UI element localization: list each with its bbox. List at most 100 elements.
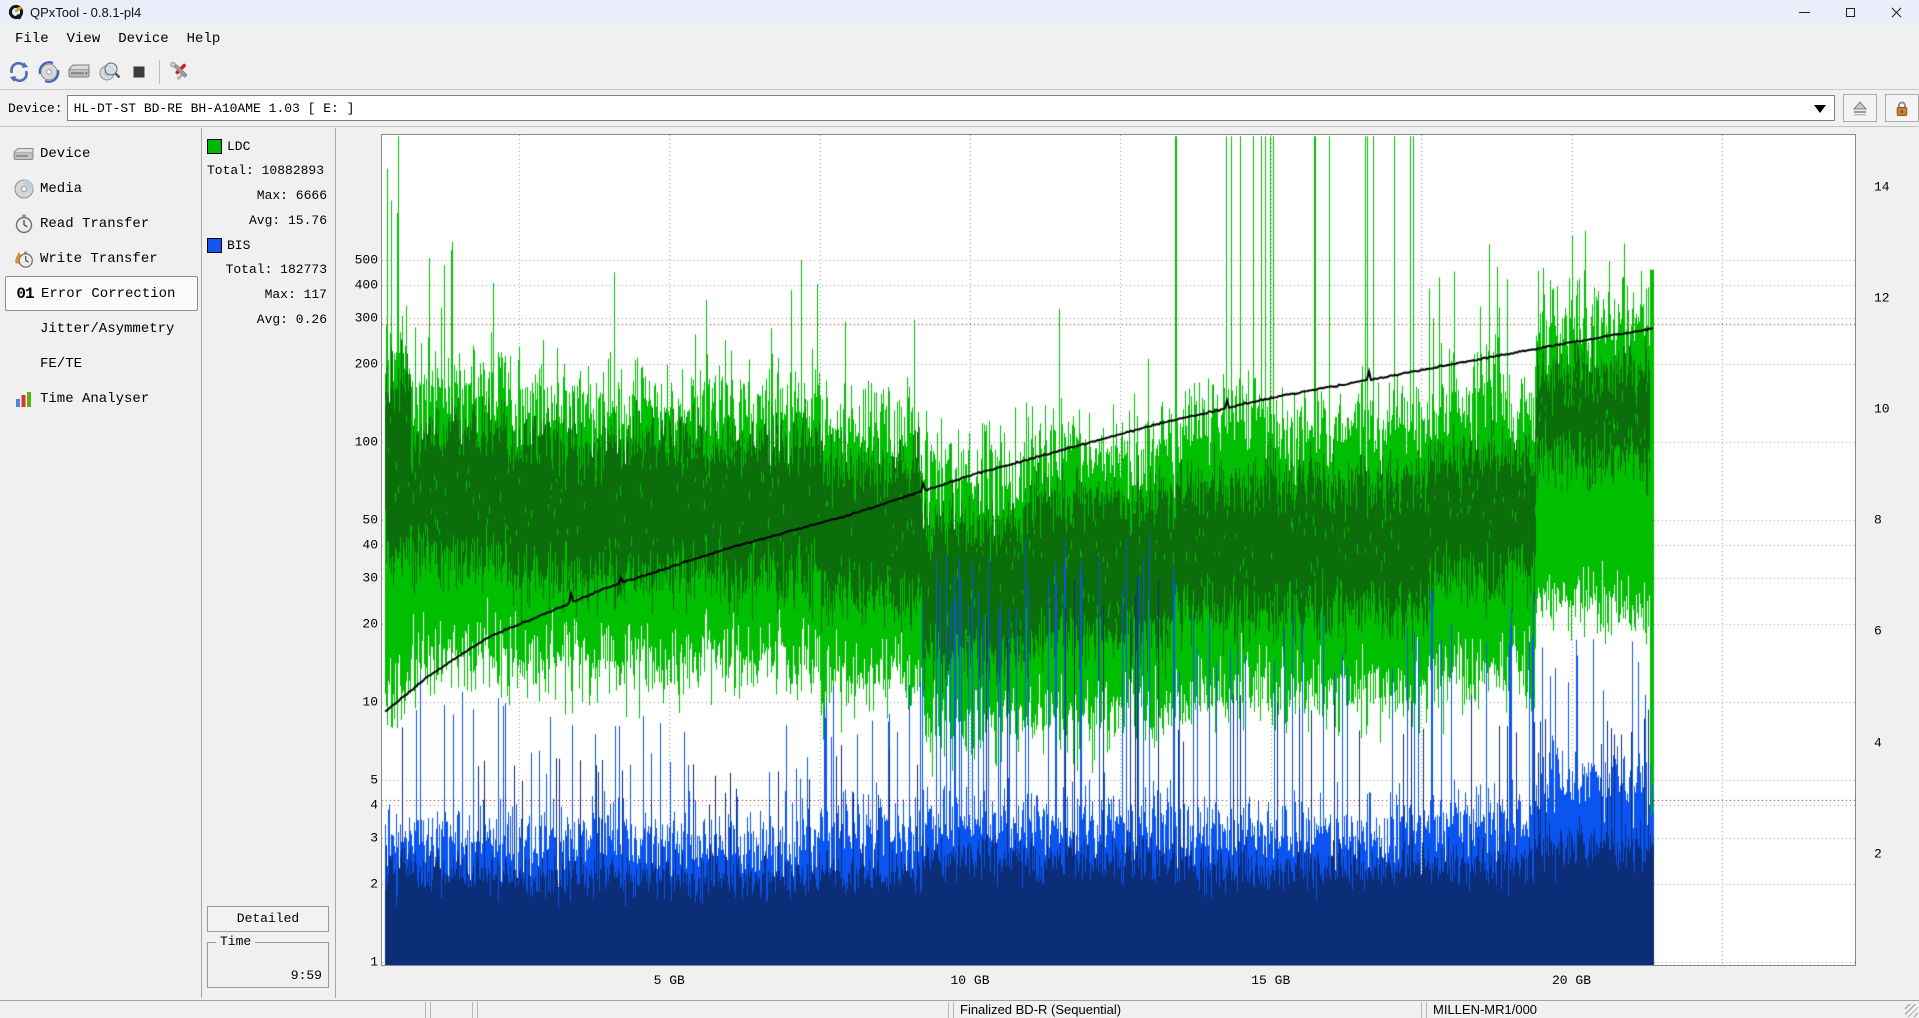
menu-device[interactable]: Device [109, 28, 177, 50]
reload-media-button[interactable] [34, 57, 64, 87]
y-left-tick-label: 2 [370, 876, 378, 891]
time-groupbox: Time 9:59 [207, 942, 329, 988]
status-cell-3 [477, 1002, 949, 1018]
preferences-button[interactable] [165, 57, 195, 87]
sidebar-item-read-transfer[interactable]: Read Transfer [2, 206, 201, 241]
maximize-icon [1846, 8, 1855, 17]
title-bar[interactable]: QPxTool - 0.8.1-pl4 [0, 0, 1919, 24]
y-left-tick-label: 4 [370, 798, 378, 813]
close-icon [1891, 7, 1902, 18]
detailed-button[interactable]: Detailed [207, 906, 329, 932]
y-axis-left-labels: 500400300200100504030201054321 [337, 127, 378, 1000]
qpxtool-window: QPxTool - 0.8.1-pl4 File View Device Hel… [0, 0, 1919, 1018]
y-right-tick-label: 10 [1874, 402, 1890, 417]
drive-icon [12, 143, 36, 165]
resize-grip-icon[interactable] [1905, 1004, 1918, 1017]
x-axis-labels: 5 GB10 GB15 GB20 GB [337, 973, 1919, 993]
blank-icon [12, 353, 36, 375]
stop-button[interactable] [124, 57, 154, 87]
maximize-button[interactable] [1827, 0, 1873, 24]
y-left-tick-label: 50 [362, 513, 378, 528]
sidebar-nav: Device Media Read Transfer Write Transfe… [2, 128, 202, 998]
y-right-tick-label: 8 [1874, 513, 1882, 528]
x-tick-label: 15 GB [1251, 973, 1290, 988]
sidebar-item-label: Device [40, 146, 90, 162]
stopwatch-icon [12, 213, 36, 235]
blank-icon [12, 318, 36, 340]
stopwatch-fire-icon [12, 248, 36, 270]
stop-icon [127, 60, 151, 84]
ldc-max: Max: 6666 [207, 183, 329, 208]
time-group-label: Time [216, 934, 255, 949]
sidebar-item-media[interactable]: Media [2, 171, 201, 206]
menu-file[interactable]: File [6, 28, 58, 50]
chevron-down-icon [1814, 105, 1826, 113]
y-left-tick-label: 5 [370, 773, 378, 788]
eject-button[interactable] [1843, 94, 1877, 122]
status-media-type: Finalized BD-R (Sequential) [953, 1002, 1422, 1018]
menu-bar: File View Device Help [0, 24, 1919, 54]
sidebar-item-error-correction[interactable]: 01 Error Correction [5, 276, 198, 311]
menu-view[interactable]: View [58, 28, 110, 50]
magnifier-disc-icon [97, 60, 121, 84]
chart-panel: 500400300200100504030201054321 141210864… [337, 127, 1919, 1000]
toolbar-separator [159, 60, 160, 84]
eject-tray-button[interactable] [64, 57, 94, 87]
sidebar-item-label: Error Correction [41, 286, 175, 302]
sidebar-item-label: Read Transfer [40, 216, 149, 232]
sidebar-item-jitter-asymmetry[interactable]: Jitter/Asymmetry [2, 311, 201, 346]
y-left-tick-label: 3 [370, 830, 378, 845]
minimize-button[interactable] [1781, 0, 1827, 24]
ldc-total: Total: 10882893 [207, 158, 329, 183]
device-label: Device: [8, 101, 63, 116]
y-left-tick-label: 20 [362, 616, 378, 631]
sidebar-item-label: Media [40, 181, 82, 197]
y-right-tick-label: 6 [1874, 624, 1882, 639]
bis-color-swatch [207, 238, 222, 253]
y-left-tick-label: 400 [355, 278, 378, 293]
time-value: 9:59 [291, 968, 322, 983]
sidebar-item-write-transfer[interactable]: Write Transfer [2, 241, 201, 276]
window-title: QPxTool - 0.8.1-pl4 [30, 5, 141, 20]
y-left-tick-label: 100 [355, 435, 378, 450]
status-media-id: MILLEN-MR1/000 [1426, 1002, 1919, 1018]
x-tick-label: 5 GB [654, 973, 685, 988]
status-cell-1 [0, 1002, 426, 1018]
disc-refresh-icon [37, 60, 61, 84]
error-scan-plot [381, 134, 1856, 966]
sidebar-item-time-analyser[interactable]: Time Analyser [2, 381, 201, 416]
status-cell-2 [430, 1002, 473, 1018]
bis-legend: BIS [207, 233, 329, 257]
close-button[interactable] [1873, 0, 1919, 24]
y-right-tick-label: 12 [1874, 290, 1890, 305]
ldc-legend: LDC [207, 134, 329, 158]
menu-help[interactable]: Help [178, 28, 230, 50]
bis-max: Max: 117 [207, 282, 329, 307]
status-bar: Finalized BD-R (Sequential) MILLEN-MR1/0… [0, 1000, 1919, 1018]
device-combobox[interactable]: HL-DT-ST BD-RE BH-A10AME 1.03 [ E: ] [67, 95, 1836, 121]
y-left-tick-label: 1 [370, 955, 378, 970]
rescan-bus-button[interactable] [4, 57, 34, 87]
y-left-tick-label: 200 [355, 356, 378, 371]
sidebar-item-device[interactable]: Device [2, 136, 201, 171]
tools-icon [168, 60, 192, 84]
sidebar-item-fe-te[interactable]: FE/TE [2, 346, 201, 381]
y-right-tick-label: 2 [1874, 846, 1882, 861]
bis-avg: Avg: 0.26 [207, 307, 329, 332]
minimize-icon [1799, 12, 1810, 13]
text-01-icon: 01 [13, 283, 37, 305]
tool-bar [0, 54, 1919, 90]
sidebar-item-label: FE/TE [40, 356, 82, 372]
y-right-tick-label: 14 [1874, 179, 1890, 194]
lock-button[interactable] [1885, 94, 1919, 122]
bis-legend-label: BIS [227, 238, 250, 253]
ldc-color-swatch [207, 139, 222, 154]
drive-tray-icon [67, 60, 91, 84]
sidebar-item-label: Time Analyser [40, 391, 149, 407]
y-axis-right-labels: 1412108642 [1874, 127, 1919, 1000]
y-left-tick-label: 40 [362, 538, 378, 553]
refresh-icon [7, 60, 31, 84]
scan-disc-button[interactable] [94, 57, 124, 87]
eject-icon [1851, 100, 1869, 116]
y-left-tick-label: 10 [362, 695, 378, 710]
